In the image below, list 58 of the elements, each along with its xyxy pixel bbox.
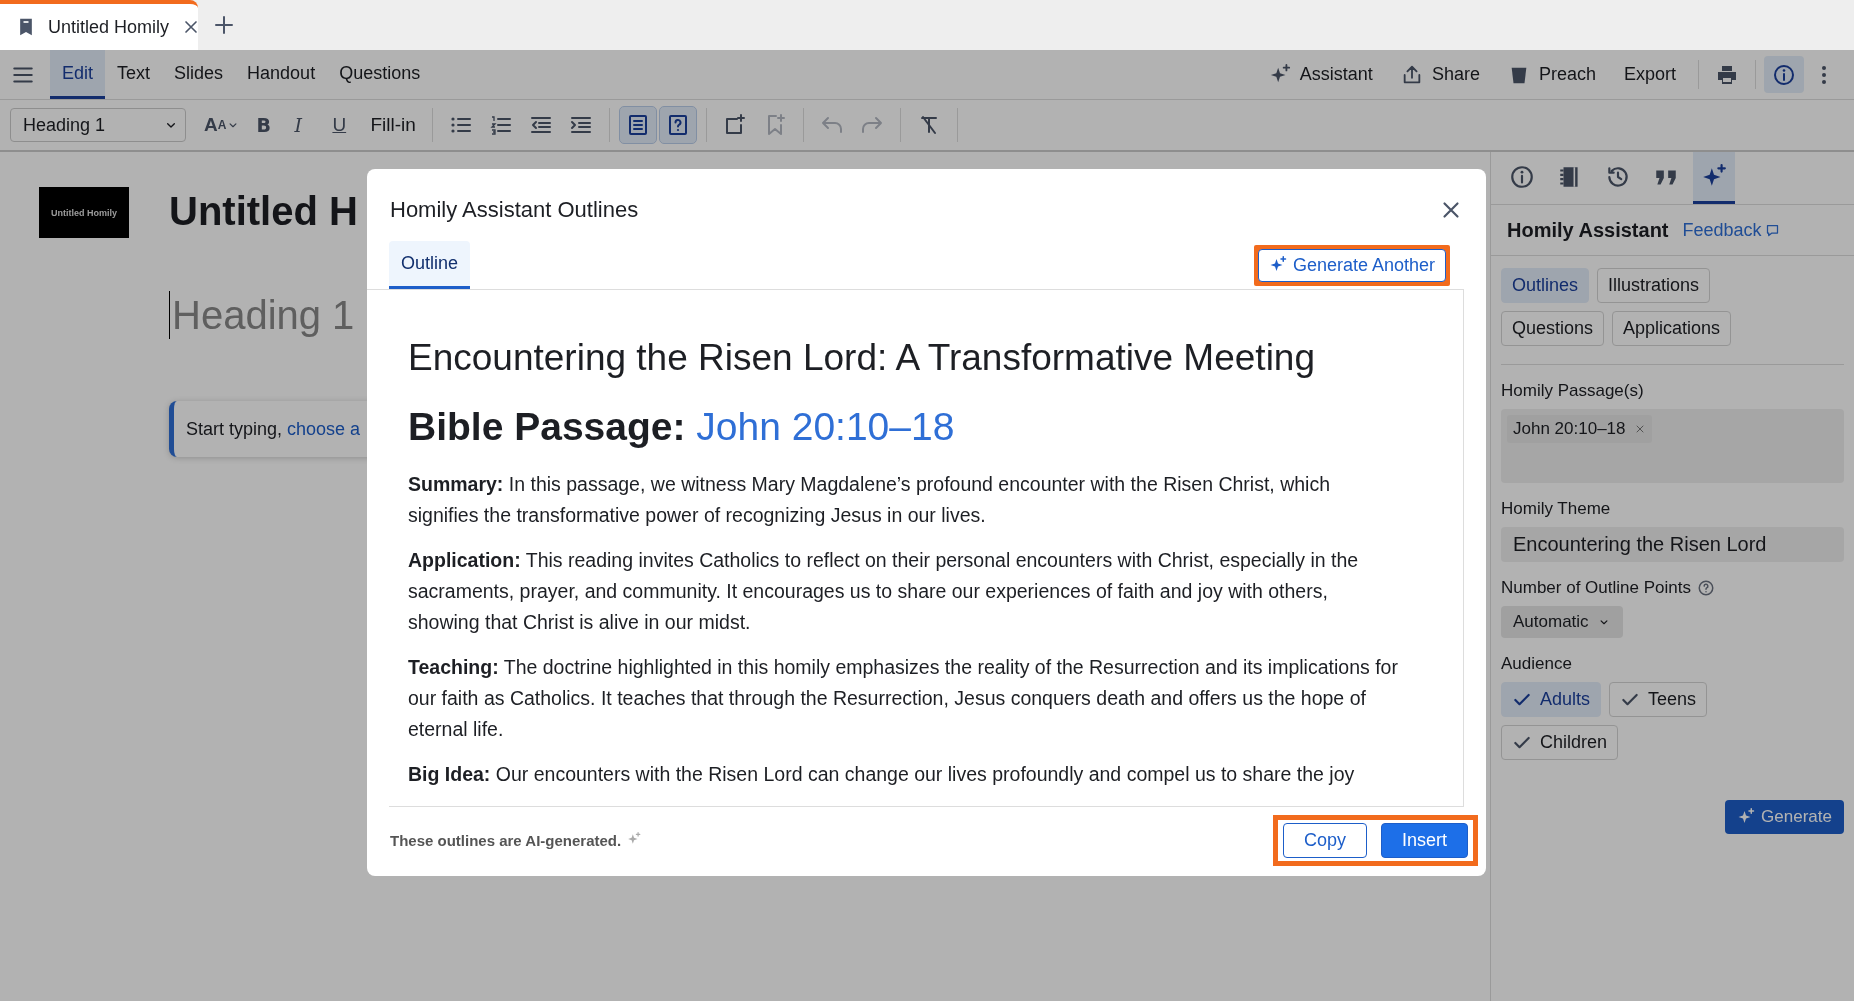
outline-paragraph: Big Idea: Our encounters with the Risen Lord can change our lives profoundly and compel us to share the joy: [408, 762, 1356, 788]
document-title: Untitled H: [169, 188, 358, 235]
outline-paragraph: Summary: In this passage, we witness Mary Magdalene’s profound encounter with the Risen Christ, which signifies the transformative power of recognizing Jesus in our lives.: [408, 472, 1332, 529]
browser-tab[interactable]: Untitled Homily: [0, 0, 198, 50]
underline-button[interactable]: U: [326, 107, 361, 143]
menu-tab[interactable]: Questions: [327, 50, 433, 99]
outline-paragraph: Application: This reading invites Catholics to reflect on their personal encounters with Christ, especially in the sacraments, prayer, and community. It encourages us to share our experiences of faith and joy with others, showing that Christ is alive in our midst.: [408, 548, 1360, 636]
generate-another-button[interactable]: Generate Another: [1257, 248, 1446, 282]
dialog-title: Homily Assistant Outlines: [390, 197, 639, 223]
italic-button[interactable]: I: [288, 107, 323, 143]
prompt-text: Start typing,: [186, 418, 283, 440]
sparkle-icon: [1737, 808, 1756, 826]
question-button[interactable]: [659, 107, 696, 143]
field-label: Homily Theme: [1501, 499, 1612, 519]
toolbar-button[interactable]: Assistant: [1254, 50, 1387, 99]
slide-thumbnail[interactable]: Untitled Homily: [39, 187, 129, 238]
theme-field[interactable]: Encountering the Risen Lord: [1501, 527, 1844, 562]
audience-toggle[interactable]: Adults: [1501, 682, 1602, 717]
generate-button[interactable]: Generate: [1725, 800, 1844, 834]
audience-toggle[interactable]: Children: [1501, 725, 1619, 760]
disclaimer-text: These outlines are AI-generated.: [390, 832, 622, 850]
passage-field[interactable]: John 20:10–18: [1501, 409, 1844, 483]
menu-tab[interactable]: Text: [105, 50, 163, 99]
outline-tab[interactable]: Outline: [389, 241, 471, 289]
points-select[interactable]: Automatic: [1501, 606, 1623, 638]
passage-tag[interactable]: John 20:10–18: [1507, 415, 1652, 443]
field-label: Homily Passage(s): [1501, 381, 1645, 401]
export-button[interactable]: Export: [1609, 50, 1690, 99]
outline-heading: Encountering the Risen Lord: A Transformative Meeting: [408, 336, 1316, 380]
toolbar-button[interactable]: Preach: [1493, 50, 1610, 99]
plus-icon[interactable]: [212, 13, 236, 37]
comment-icon: [1764, 222, 1780, 238]
copy-button[interactable]: Copy: [1282, 823, 1367, 859]
field-label: Number of Outline Points: [1501, 578, 1691, 598]
feedback-link[interactable]: Feedback: [1682, 219, 1780, 241]
bold-button[interactable]: B: [250, 107, 285, 143]
passage-heading: Bible Passage: John 20:10–18: [408, 404, 956, 451]
insert-button[interactable]: Insert: [1380, 823, 1468, 859]
menu-tab[interactable]: Handout: [235, 50, 328, 99]
info-icon[interactable]: [1509, 163, 1535, 190]
fill-in-button[interactable]: Fill-in: [364, 107, 422, 143]
menu-tab[interactable]: Slides: [162, 50, 236, 99]
field-label: Audience: [1501, 654, 1573, 674]
type-tab[interactable]: Applications: [1612, 311, 1732, 346]
style-select[interactable]: Heading 1: [10, 108, 186, 142]
audience-toggle[interactable]: Teens: [1609, 682, 1708, 717]
type-tab[interactable]: Questions: [1501, 311, 1605, 346]
menu-tab[interactable]: Edit: [50, 50, 106, 99]
help-icon[interactable]: [1696, 579, 1715, 597]
toolbar-button[interactable]: Share: [1386, 50, 1494, 99]
panel-title: Homily Assistant: [1507, 218, 1669, 242]
page-button[interactable]: [619, 107, 656, 143]
outline-paragraph: Teaching: The doctrine highlighted in this homily emphasizes the reality of the Resurrection and its implications for our faith as Catholics. It teaches that through the Resurrection, Jesus conquers death and offers us the hope of eternal life.: [408, 655, 1399, 743]
type-tab[interactable]: Outlines: [1501, 268, 1590, 303]
type-tab[interactable]: Illustrations: [1597, 268, 1711, 303]
numbered-list-icon: [488, 113, 513, 137]
template-link[interactable]: choose a: [287, 418, 361, 440]
info-icon[interactable]: [1772, 62, 1796, 87]
